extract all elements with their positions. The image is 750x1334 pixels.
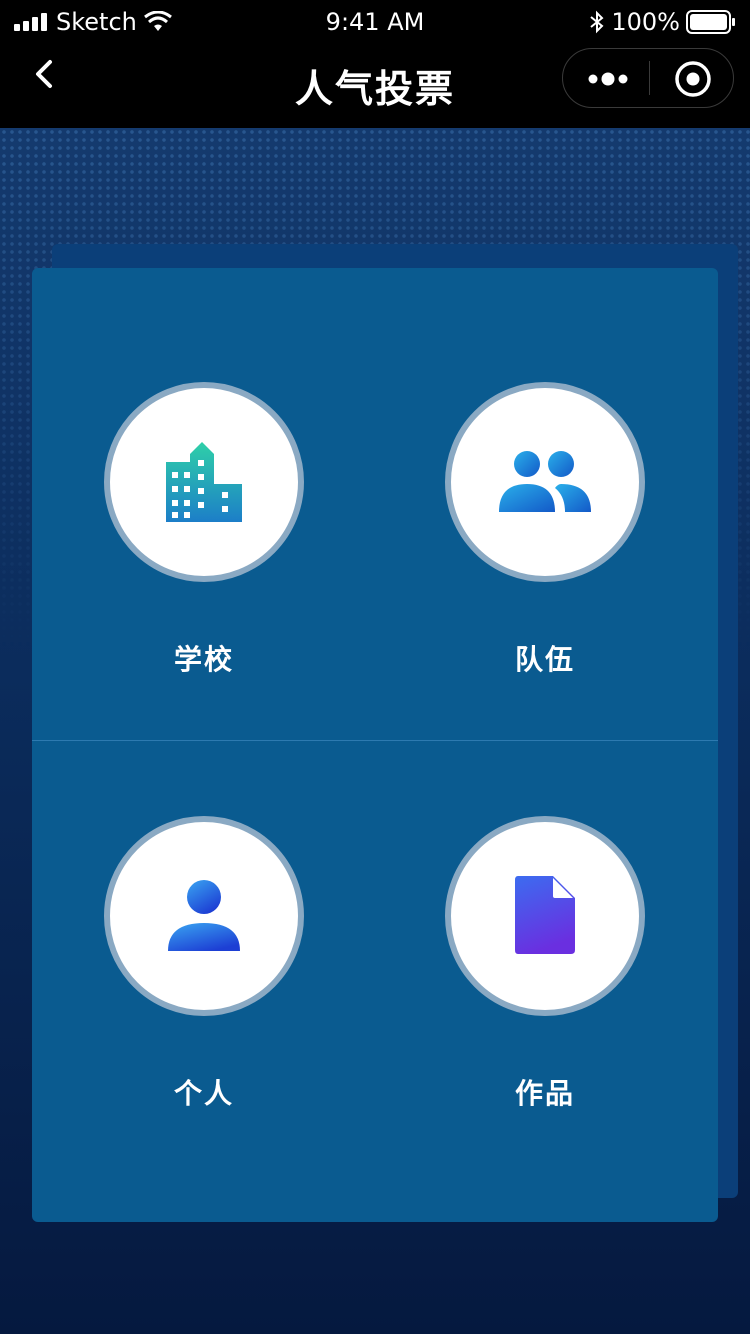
option-icon-circle: [445, 382, 645, 582]
option-school[interactable]: 学校: [32, 382, 332, 676]
option-individual[interactable]: 个人: [32, 816, 332, 1110]
option-works[interactable]: 作品: [373, 816, 673, 1110]
document-icon: [515, 876, 575, 954]
card-divider: [32, 740, 718, 741]
bluetooth-icon: [590, 10, 604, 34]
more-button[interactable]: [585, 65, 631, 93]
option-icon-circle: [104, 382, 304, 582]
status-bar: Sketch 9:41 AM 100%: [0, 0, 750, 44]
option-team[interactable]: 队伍: [373, 382, 673, 676]
vote-category-card: 学校 队伍 个人 作品: [32, 268, 718, 1222]
status-right: 100%: [589, 8, 736, 36]
target-close-icon: [675, 61, 711, 97]
school-building-icon: [166, 442, 242, 522]
battery-percent: 100%: [611, 8, 680, 36]
option-label: 作品: [514, 1077, 575, 1110]
nav-bar: 人气投票: [0, 44, 750, 128]
more-dots-icon: [588, 72, 628, 86]
team-icon: [499, 451, 591, 512]
capsule-divider: [649, 61, 650, 95]
close-mini-program-button[interactable]: [673, 59, 713, 99]
option-label: 学校: [173, 643, 234, 676]
option-icon-circle: [104, 816, 304, 1016]
person-icon: [168, 880, 240, 951]
option-icon-circle: [445, 816, 645, 1016]
option-label: 队伍: [514, 643, 575, 676]
battery-icon: [686, 10, 735, 34]
mini-program-capsule: [562, 48, 734, 108]
option-label: 个人: [173, 1077, 234, 1110]
